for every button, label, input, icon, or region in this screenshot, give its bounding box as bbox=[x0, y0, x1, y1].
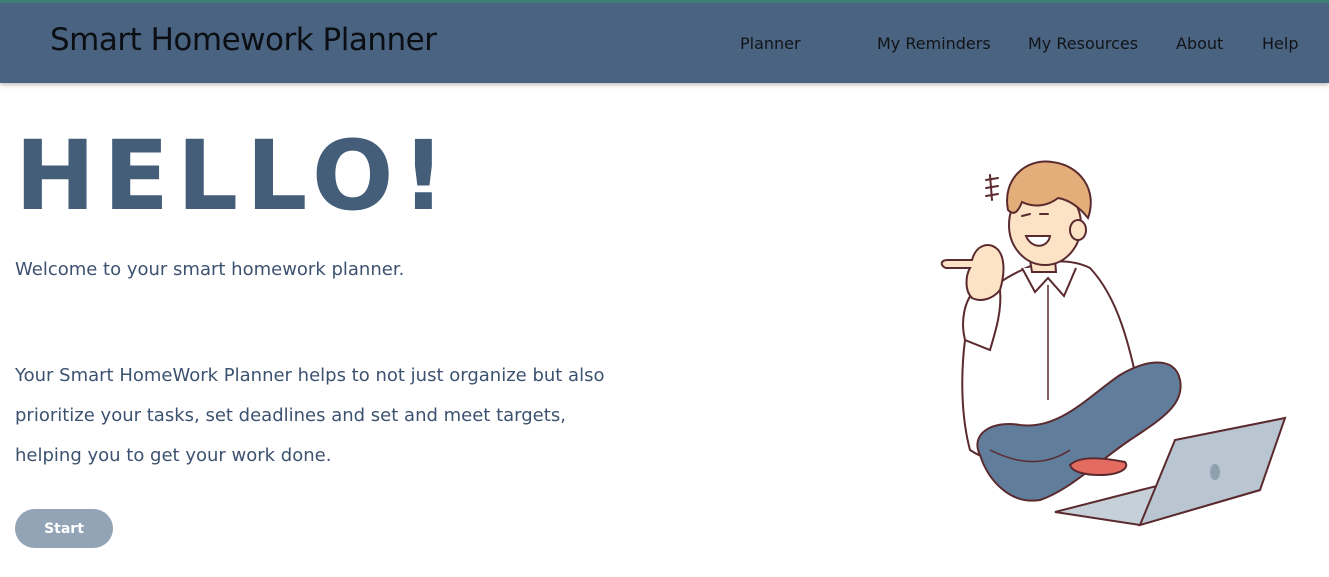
welcome-text: Welcome to your smart homework planner. bbox=[15, 259, 405, 280]
start-button[interactable]: Start bbox=[15, 509, 113, 548]
student-with-laptop-illustration bbox=[930, 150, 1300, 530]
nav-link-my-reminders[interactable]: My Reminders bbox=[877, 34, 991, 53]
hero-heading: HELLO! bbox=[15, 120, 454, 232]
nav-link-help[interactable]: Help bbox=[1262, 34, 1298, 53]
nav-link-my-resources[interactable]: My Resources bbox=[1028, 34, 1138, 53]
nav-link-about[interactable]: About bbox=[1176, 34, 1223, 53]
description-line: prioritize your tasks, set deadlines and… bbox=[15, 405, 566, 426]
top-navigation-bar: Smart Homework Planner Planner My Remind… bbox=[0, 0, 1329, 83]
description-line: Your Smart HomeWork Planner helps to not… bbox=[15, 365, 605, 386]
hero-description: Your Smart HomeWork Planner helps to not… bbox=[15, 364, 715, 484]
description-line: helping you to get your work done. bbox=[15, 445, 332, 466]
main-nav: Planner My Reminders My Resources About … bbox=[0, 34, 1329, 58]
nav-link-planner[interactable]: Planner bbox=[740, 34, 801, 53]
student-illustration-image bbox=[940, 160, 1287, 527]
